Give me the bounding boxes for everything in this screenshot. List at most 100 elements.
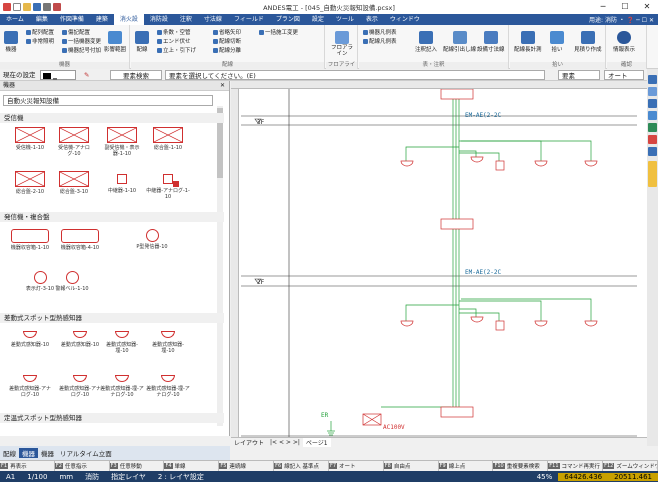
device-category-select[interactable]: 自動火災報知設備 bbox=[3, 95, 213, 106]
open-folder-icon[interactable] bbox=[23, 3, 31, 11]
bulk-change-button[interactable]: 一括機器変更 bbox=[62, 37, 101, 45]
bottom-tab[interactable]: リアルタイム立面 bbox=[57, 448, 115, 458]
pen-icon[interactable]: ✎ bbox=[84, 70, 89, 80]
emergency-light-button[interactable]: 非常照明 bbox=[26, 37, 54, 45]
menu-item[interactable]: ホーム bbox=[0, 14, 30, 25]
menu-item[interactable]: フィールド bbox=[228, 14, 270, 25]
function-key[interactable]: F3 任意移動 bbox=[109, 461, 165, 471]
function-key[interactable]: F1 再表示 bbox=[0, 461, 55, 471]
function-key[interactable]: F11 コマンド再実行 bbox=[548, 461, 604, 471]
menu-item[interactable]: ウィンドウ bbox=[384, 14, 426, 25]
unit[interactable]: mm bbox=[53, 473, 79, 481]
bottom-tab[interactable]: 機器 bbox=[38, 448, 57, 458]
device-code-button[interactable]: 機器記号付加 bbox=[62, 46, 101, 54]
device-symbol-item[interactable]: 差動式感知器-埋-アナログ-10 bbox=[146, 371, 190, 398]
zoom-level[interactable]: 45% bbox=[531, 473, 559, 481]
layer-name[interactable]: 消防 bbox=[79, 472, 105, 482]
layer-icon[interactable] bbox=[648, 87, 657, 96]
element-select[interactable]: 要素 bbox=[558, 70, 600, 80]
dimension-button[interactable]: 設備寸法線 bbox=[477, 31, 505, 53]
estimate-button[interactable]: 見積り作成 bbox=[574, 31, 602, 53]
function-key[interactable]: F10 重複要素検索 bbox=[493, 461, 549, 471]
pen-tool-icon[interactable] bbox=[648, 123, 657, 132]
menu-item[interactable]: 作図準備 bbox=[54, 14, 90, 25]
note-tool-icon[interactable] bbox=[648, 161, 657, 187]
device-symbol-item[interactable]: 中継器-1-10 bbox=[100, 171, 144, 194]
bottom-tab[interactable]: 機器 bbox=[19, 448, 38, 458]
maximize-button[interactable]: ☐ bbox=[614, 0, 636, 14]
minimize-button[interactable]: ─ bbox=[592, 0, 614, 14]
drawing-canvas[interactable]: 3F 2F 1F EM-AE(2-2C EM-AE(2-2C ER AC100V bbox=[231, 81, 647, 446]
device-symbol-item[interactable]: 差動式感知器-埋-10 bbox=[100, 327, 144, 354]
function-key[interactable]: F2 任意指示 bbox=[54, 461, 110, 471]
undo-icon[interactable] bbox=[53, 3, 61, 11]
riser-button[interactable]: 立上・引下げ bbox=[157, 46, 196, 54]
page-tab[interactable]: ページ1 bbox=[302, 437, 331, 447]
device-symbol-item[interactable]: 差動式感知器-アナログ-10 bbox=[58, 371, 102, 398]
menu-right-info[interactable]: 用途: 消防 ・ ❓ ─ ☐ ✕ bbox=[589, 15, 654, 24]
influence-range-button[interactable]: 影響範囲 bbox=[104, 31, 126, 53]
menu-item[interactable]: ツール bbox=[330, 14, 360, 25]
wire-legend-button[interactable]: 配線凡例表 bbox=[363, 37, 397, 45]
device-symbol-item[interactable]: 総合盤-1-10 bbox=[146, 127, 190, 151]
save-icon[interactable] bbox=[33, 3, 41, 11]
menu-item[interactable]: 消防設 bbox=[144, 14, 174, 25]
print-icon[interactable] bbox=[43, 3, 51, 11]
grid-icon[interactable] bbox=[648, 99, 657, 108]
menu-item[interactable]: 消火設 bbox=[113, 14, 144, 25]
function-key[interactable]: F9 線上点 bbox=[438, 461, 494, 471]
close-button[interactable]: ✕ bbox=[636, 0, 658, 14]
close-icon[interactable]: ✕ bbox=[220, 81, 225, 91]
panel-scrollbar[interactable] bbox=[217, 106, 223, 426]
device-symbol-item[interactable]: 差動式感知器-10 bbox=[58, 327, 102, 348]
layer-mode[interactable]: 指定レイヤ bbox=[105, 472, 152, 482]
floorline-button[interactable]: フロアライン bbox=[331, 31, 353, 57]
info-display-button[interactable]: 情報表示 bbox=[613, 31, 635, 53]
auto-select[interactable]: オート bbox=[604, 70, 644, 80]
device-symbol-item[interactable]: 総合盤-3-10 bbox=[52, 171, 96, 195]
device-symbol-item[interactable]: 差動式感知器-10 bbox=[8, 327, 52, 348]
device-symbol-item[interactable]: 差動式感知器-埋-10 bbox=[146, 327, 190, 354]
omit-arrow-button[interactable]: 省略矢印 bbox=[213, 28, 241, 36]
array-place-button[interactable]: 配列配置 bbox=[26, 28, 54, 36]
device-symbol-item[interactable]: 受信機-1-10 bbox=[8, 127, 52, 151]
menu-item[interactable]: 寸法線 bbox=[198, 14, 228, 25]
wire-split-button[interactable]: 配線分離 bbox=[213, 46, 241, 54]
sheet-nav-arrows[interactable]: |< < > >| bbox=[267, 439, 303, 446]
device-symbol-item[interactable]: 中継器-アナログ-1-10 bbox=[146, 171, 190, 200]
bottom-tab[interactable]: 配線 bbox=[0, 448, 19, 458]
wire-count-button[interactable]: 条数・空管 bbox=[157, 28, 191, 36]
function-key[interactable]: F7 オート bbox=[328, 461, 384, 471]
end-cover-button[interactable]: エンド伏せ bbox=[157, 37, 191, 45]
function-key[interactable]: F6 線記入 基準点 bbox=[274, 461, 329, 471]
layer-setting[interactable]: 2 : レイヤ設定 bbox=[152, 472, 210, 482]
menu-item[interactable]: 設定 bbox=[306, 14, 330, 25]
snap-icon[interactable] bbox=[648, 111, 657, 120]
line-style-select[interactable]: ━ bbox=[40, 70, 76, 83]
device-symbol-item[interactable]: 機器収容箱-4-10 bbox=[58, 229, 102, 251]
panel-category[interactable]: 発信機・複合盤 bbox=[0, 212, 224, 222]
device-symbol-item[interactable]: 機器収容箱-1-10 bbox=[8, 229, 52, 251]
panel-category[interactable]: 定温式スポット型熱感知器 bbox=[0, 413, 224, 423]
wire-length-button[interactable]: 配線長計測 bbox=[514, 31, 542, 53]
device-legend-button[interactable]: 機器凡例表 bbox=[363, 28, 397, 36]
bulk-construct-button[interactable]: 一括施工変更 bbox=[259, 28, 298, 36]
view-icon[interactable] bbox=[648, 75, 657, 84]
menu-item[interactable]: 表示 bbox=[360, 14, 384, 25]
note-entry-button[interactable]: 注釈記入 bbox=[415, 31, 437, 53]
device-symbol-item[interactable]: 差動式感知器-アナログ-10 bbox=[8, 371, 52, 398]
takeoff-button[interactable]: 拾い bbox=[550, 31, 564, 53]
leader-line-button[interactable]: 配線引出し線 bbox=[443, 31, 476, 53]
menu-item[interactable]: 編集 bbox=[30, 14, 54, 25]
device-symbol-item[interactable]: P型発信器-10 bbox=[130, 229, 174, 250]
device-button[interactable]: 機器 bbox=[4, 31, 18, 53]
panel-category[interactable]: 差動式スポット型熱感知器 bbox=[0, 313, 224, 323]
function-key[interactable]: F12 ズームウィンドウ bbox=[603, 461, 658, 471]
device-symbol-item[interactable]: 差動式感知器-埋-アナログ-10 bbox=[100, 371, 144, 398]
red-tool-icon[interactable] bbox=[648, 135, 657, 144]
function-key[interactable]: F5 連続線 bbox=[219, 461, 275, 471]
new-file-icon[interactable] bbox=[13, 3, 21, 11]
function-key[interactable]: F4 単線 bbox=[164, 461, 220, 471]
device-symbol-item[interactable]: 受信機-アナログ-10 bbox=[52, 127, 96, 157]
scale[interactable]: 1/100 bbox=[21, 473, 53, 481]
